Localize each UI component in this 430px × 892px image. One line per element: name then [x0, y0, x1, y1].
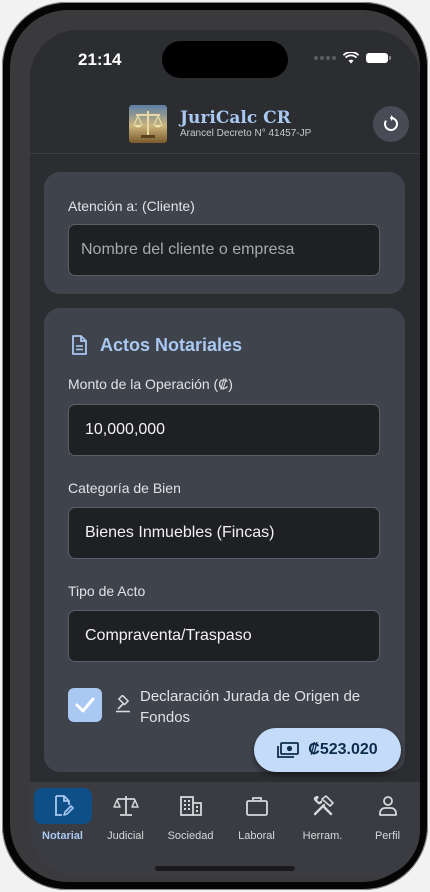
briefcase-icon [245, 797, 268, 816]
home-indicator [155, 866, 295, 871]
dynamic-island [162, 41, 288, 78]
act-type-select[interactable]: Compraventa/Traspaso [68, 610, 380, 662]
app-header: JuriCalc CR Arancel Decreto N° 41457-JP [30, 94, 420, 154]
act-type-label: Tipo de Acto [68, 583, 146, 599]
nav-item-sociedad[interactable]: Sociedad [158, 782, 223, 852]
nav-label-herramientas: Herram. [302, 830, 343, 842]
amount-label: Monto de la Operación (₡) [68, 376, 233, 392]
app-subtitle: Arancel Decreto N° 41457-JP [180, 128, 312, 139]
gavel-icon [116, 695, 130, 713]
reset-button[interactable] [373, 106, 409, 142]
signal-icon [314, 56, 336, 60]
bottom-nav: Notarial Judicial Sociedad Laboral Herra… [30, 782, 420, 878]
nav-label-judicial: Judicial [107, 830, 144, 842]
notarial-card: Actos Notariales Monto de la Operación (… [44, 308, 405, 772]
app-screen: 21:14 JuriCalc CR Arancel Decreto N° 414… [30, 30, 420, 878]
category-label: Categoría de Bien [68, 480, 181, 496]
nav-label-sociedad: Sociedad [167, 830, 214, 842]
client-card: Atención a: (Cliente) Nombre del cliente… [44, 172, 405, 294]
nav-item-perfil[interactable]: Perfil [355, 782, 420, 852]
check-icon [75, 697, 95, 713]
nav-item-laboral[interactable]: Laboral [224, 782, 289, 852]
wifi-icon [343, 52, 359, 64]
money-icon [277, 742, 300, 758]
amount-input[interactable]: 10,000,000 [68, 404, 380, 456]
client-name-input[interactable]: Nombre del cliente o empresa [68, 224, 380, 276]
total-fee-amount: ₡523.020 [308, 741, 378, 758]
phone-frame: 21:14 JuriCalc CR Arancel Decreto N° 414… [2, 2, 428, 890]
document-edit-icon [54, 795, 74, 816]
section-header: Actos Notariales [68, 334, 242, 356]
app-title: JuriCalc CR [180, 108, 291, 128]
scales-of-justice-logo [129, 105, 167, 143]
section-title: Actos Notariales [100, 334, 243, 355]
status-icons [314, 52, 391, 64]
client-label: Atención a: (Cliente) [68, 198, 195, 214]
declaration-checkbox[interactable] [68, 688, 102, 722]
category-select[interactable]: Bienes Inmuebles (Fincas) [68, 507, 380, 559]
nav-item-herramientas[interactable]: Herram. [290, 782, 355, 852]
scales-icon [112, 796, 139, 816]
person-icon [378, 796, 397, 816]
nav-label-notarial: Notarial [42, 830, 83, 842]
nav-label-perfil: Perfil [374, 830, 401, 842]
status-time: 21:14 [78, 50, 122, 69]
tools-icon [313, 795, 334, 816]
document-icon [72, 335, 87, 355]
refresh-icon [384, 115, 398, 131]
battery-icon [366, 53, 391, 63]
building-icon [179, 796, 202, 816]
nav-item-judicial[interactable]: Judicial [93, 782, 158, 852]
declaration-label: Declaración Jurada de Origen de Fondos [140, 688, 361, 726]
nav-label-laboral: Laboral [238, 830, 275, 842]
total-fee-button[interactable]: ₡523.020 [254, 728, 401, 772]
phone-bezel: 21:14 JuriCalc CR Arancel Decreto N° 414… [10, 10, 420, 882]
nav-item-notarial[interactable]: Notarial [30, 782, 95, 852]
